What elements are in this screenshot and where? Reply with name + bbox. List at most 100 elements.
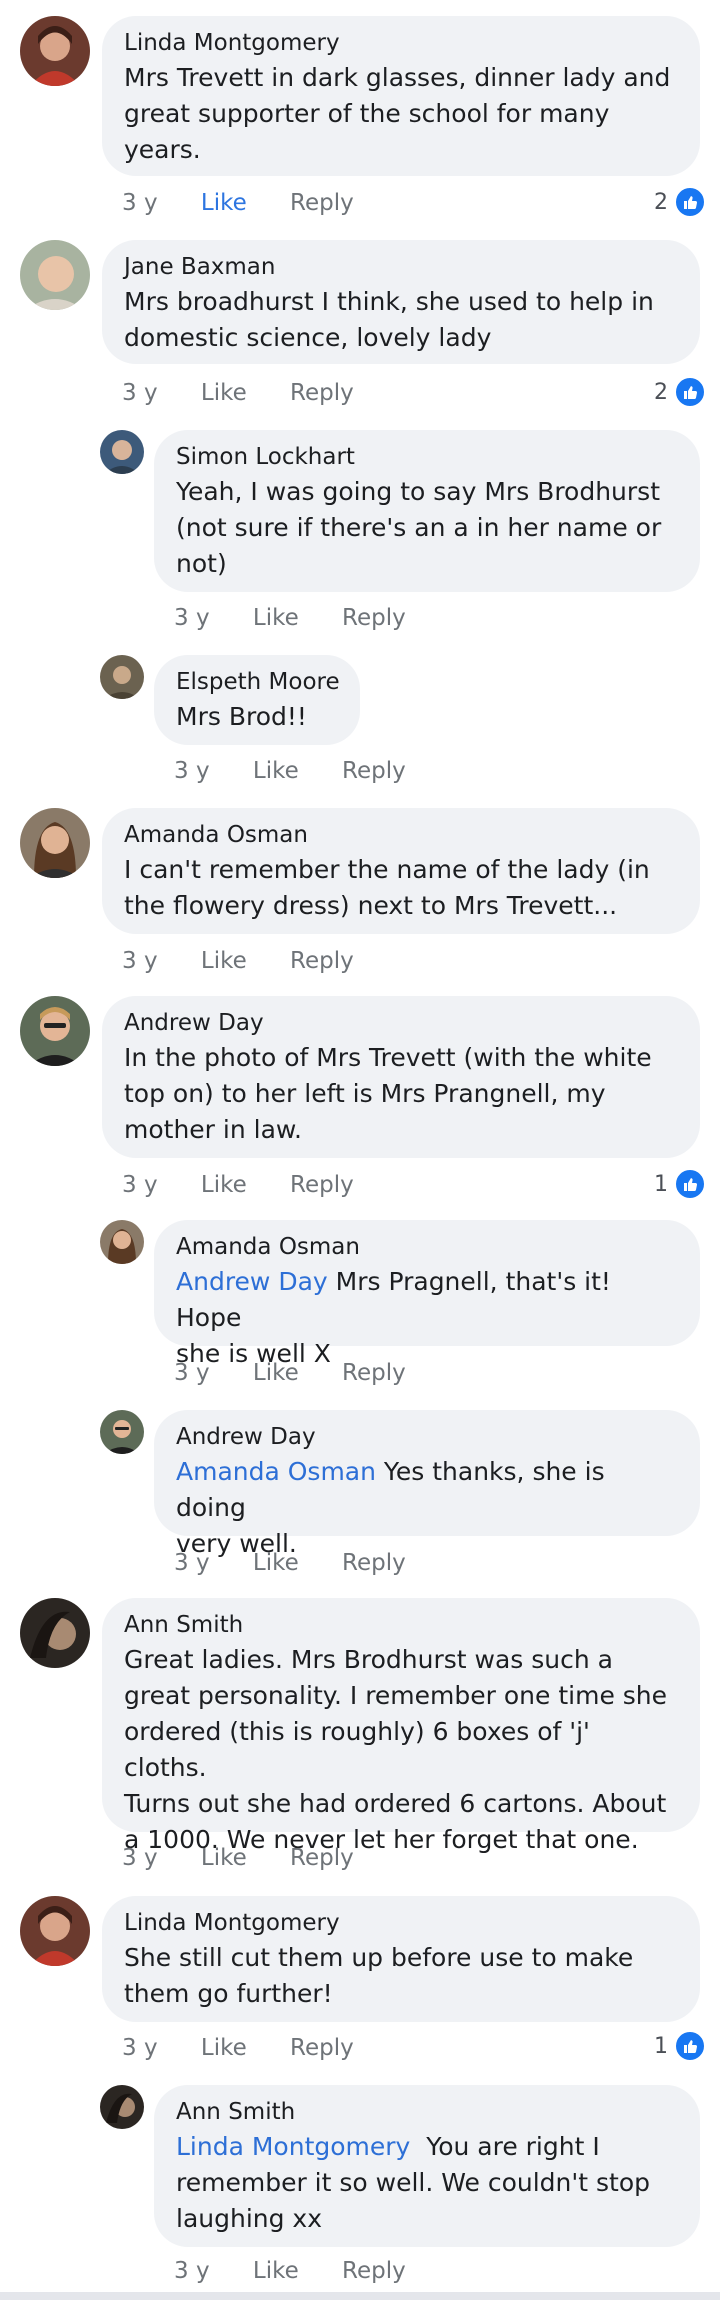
timestamp: 3 y bbox=[122, 1845, 158, 1871]
thumbs-up-icon bbox=[674, 1168, 706, 1200]
commenter-name[interactable]: Ann Smith bbox=[124, 1608, 678, 1642]
comment-line: years. bbox=[124, 135, 201, 164]
avatar[interactable] bbox=[20, 16, 90, 86]
like-button[interactable]: Like bbox=[253, 1550, 299, 1576]
commenter-name[interactable]: Linda Montgomery bbox=[124, 26, 678, 60]
reply-button[interactable]: Reply bbox=[342, 1550, 406, 1576]
comment-line: (not sure if there's an a in her name or bbox=[176, 513, 662, 542]
comment-actions: 3 y Like Reply bbox=[122, 1845, 390, 1871]
reaction-number: 2 bbox=[654, 379, 668, 405]
reaction-count[interactable]: 1 bbox=[654, 1168, 706, 1200]
commenter-name[interactable]: Elspeth Moore bbox=[176, 665, 340, 699]
commenter-name[interactable]: Ann Smith bbox=[176, 2095, 678, 2129]
comment-actions: 3 y Like Reply bbox=[122, 2035, 390, 2061]
commenter-name[interactable]: Jane Baxman bbox=[124, 250, 678, 284]
reply-button[interactable]: Reply bbox=[290, 948, 354, 974]
avatar[interactable] bbox=[20, 996, 90, 1066]
like-button[interactable]: Like bbox=[201, 948, 247, 974]
like-button[interactable]: Like bbox=[253, 1360, 299, 1386]
mention-link[interactable]: Linda Montgomery bbox=[176, 2132, 410, 2161]
commenter-name[interactable]: Andrew Day bbox=[124, 1006, 678, 1040]
timestamp: 3 y bbox=[174, 758, 210, 784]
reply-button[interactable]: Reply bbox=[290, 380, 354, 406]
reply-button[interactable]: Reply bbox=[290, 190, 354, 216]
avatar[interactable] bbox=[100, 1220, 144, 1264]
reply-button[interactable]: Reply bbox=[342, 605, 406, 631]
mention-link[interactable]: Andrew Day bbox=[176, 1267, 328, 1296]
avatar[interactable] bbox=[100, 2085, 144, 2129]
comment-bubble: Ann Smith Linda Montgomery You are right… bbox=[154, 2085, 700, 2247]
avatar[interactable] bbox=[100, 655, 144, 699]
avatar[interactable] bbox=[20, 1896, 90, 1966]
mention-link[interactable]: Amanda Osman bbox=[176, 1457, 376, 1486]
commenter-name[interactable]: Amanda Osman bbox=[124, 818, 678, 852]
comment-actions: 3 y Like Reply bbox=[122, 190, 390, 216]
comment-line: them go further! bbox=[124, 1979, 333, 2008]
comment-line: I can't remember the name of the lady (i… bbox=[124, 855, 650, 884]
commenter-name[interactable]: Amanda Osman bbox=[176, 1230, 678, 1264]
comment-line: mother in law. bbox=[124, 1115, 303, 1144]
reply-button[interactable]: Reply bbox=[342, 758, 406, 784]
like-button[interactable]: Like bbox=[253, 758, 299, 784]
reply-button[interactable]: Reply bbox=[342, 1360, 406, 1386]
reaction-count[interactable]: 2 bbox=[654, 376, 706, 408]
comment-bubble: Ann Smith Great ladies. Mrs Brodhurst wa… bbox=[102, 1598, 700, 1854]
comment-line: Mrs Trevett in dark glasses, dinner lady… bbox=[124, 63, 671, 92]
comment-line: remember it so well. We couldn't stop bbox=[176, 2168, 650, 2197]
thumbs-up-icon bbox=[674, 2030, 706, 2062]
reply-button[interactable]: Reply bbox=[342, 2258, 406, 2284]
like-button[interactable]: Like bbox=[201, 1172, 247, 1198]
reaction-number: 2 bbox=[654, 189, 668, 215]
timestamp: 3 y bbox=[174, 1550, 210, 1576]
comment-actions: 3 y Like Reply bbox=[174, 1360, 442, 1386]
timestamp: 3 y bbox=[174, 2258, 210, 2284]
comment-line: Yeah, I was going to say Mrs Brodhurst bbox=[176, 477, 661, 506]
avatar[interactable] bbox=[20, 1598, 90, 1668]
commenter-name[interactable]: Simon Lockhart bbox=[176, 440, 678, 474]
commenter-name[interactable]: Andrew Day bbox=[176, 1420, 678, 1454]
comment-line: Great ladies. Mrs Brodhurst was such a bbox=[124, 1645, 614, 1674]
comment-bubble: Jane Baxman Mrs broadhurst I think, she … bbox=[102, 240, 700, 364]
avatar[interactable] bbox=[20, 240, 90, 310]
avatar[interactable] bbox=[100, 430, 144, 474]
reaction-number: 1 bbox=[654, 1171, 668, 1197]
timestamp: 3 y bbox=[122, 948, 158, 974]
reaction-count[interactable]: 2 bbox=[654, 186, 706, 218]
comment-actions: 3 y Like Reply bbox=[122, 380, 390, 406]
comment-line: Turns out she had ordered 6 cartons. Abo… bbox=[124, 1789, 667, 1818]
avatar[interactable] bbox=[100, 1410, 144, 1454]
avatar[interactable] bbox=[20, 808, 90, 878]
like-button[interactable]: Like bbox=[253, 2258, 299, 2284]
timestamp: 3 y bbox=[122, 1172, 158, 1198]
timestamp: 3 y bbox=[122, 380, 158, 406]
comment-line: Mrs Brod!! bbox=[176, 702, 307, 731]
like-button[interactable]: Like bbox=[201, 190, 247, 216]
reply-button[interactable]: Reply bbox=[290, 1172, 354, 1198]
comment-line: top on) to her left is Mrs Prangnell, my bbox=[124, 1079, 606, 1108]
comment-bubble: Amanda Osman Andrew Day Mrs Pragnell, th… bbox=[154, 1220, 700, 1368]
like-button[interactable]: Like bbox=[253, 605, 299, 631]
comment-bubble: Linda Montgomery She still cut them up b… bbox=[102, 1896, 700, 2022]
comment-line: She still cut them up before use to make bbox=[124, 1943, 634, 1972]
reaction-number: 1 bbox=[654, 2033, 668, 2059]
reply-button[interactable]: Reply bbox=[290, 2035, 354, 2061]
like-button[interactable]: Like bbox=[201, 2035, 247, 2061]
reply-button[interactable]: Reply bbox=[290, 1845, 354, 1871]
comment-actions: 3 y Like Reply bbox=[174, 605, 442, 631]
comment-bubble: Elspeth Moore Mrs Brod!! bbox=[154, 655, 360, 745]
thumbs-up-icon bbox=[674, 376, 706, 408]
comment-line: the flowery dress) next to Mrs Trevett..… bbox=[124, 891, 618, 920]
timestamp: 3 y bbox=[122, 2035, 158, 2061]
timestamp: 3 y bbox=[122, 190, 158, 216]
reaction-count[interactable]: 1 bbox=[654, 2030, 706, 2062]
like-button[interactable]: Like bbox=[201, 380, 247, 406]
comment-bubble: Linda Montgomery Mrs Trevett in dark gla… bbox=[102, 16, 700, 176]
comment-line: Mrs broadhurst I think, she used to help… bbox=[124, 287, 654, 316]
like-button[interactable]: Like bbox=[201, 1845, 247, 1871]
comment-actions: 3 y Like Reply bbox=[174, 2258, 442, 2284]
comment-actions: 3 y Like Reply bbox=[122, 948, 390, 974]
comment-line: domestic science, lovely lady bbox=[124, 323, 492, 352]
comment-line: laughing xx bbox=[176, 2204, 323, 2233]
comment-bubble: Andrew Day In the photo of Mrs Trevett (… bbox=[102, 996, 700, 1158]
commenter-name[interactable]: Linda Montgomery bbox=[124, 1906, 678, 1940]
